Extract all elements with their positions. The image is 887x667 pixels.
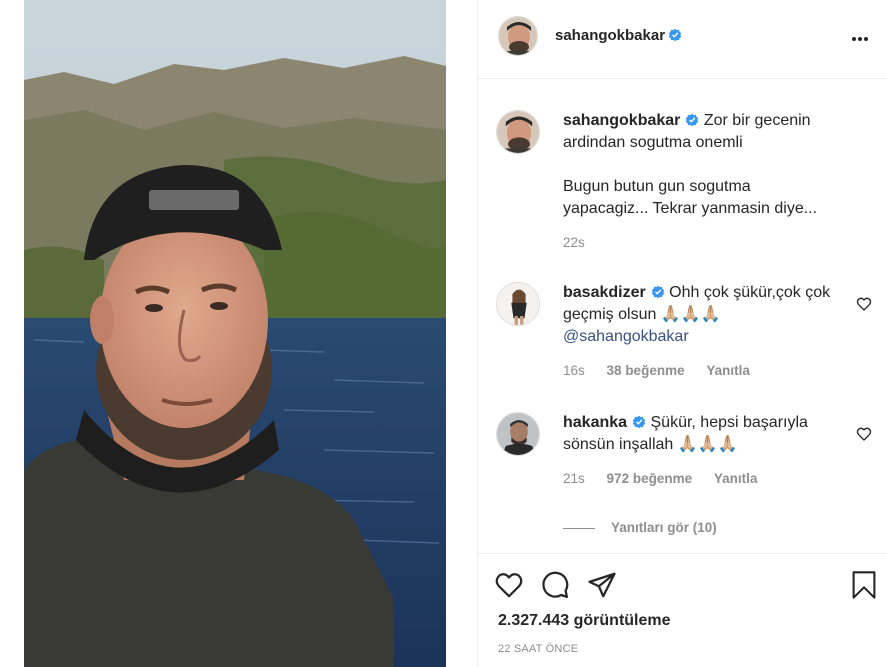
comment-likes[interactable]: 38 beğenme [607,363,685,378]
heart-icon[interactable] [856,426,872,442]
commenter-avatar[interactable] [496,412,540,456]
post-footer: 2.327.443 görüntüleme 22 SAAT ÖNCE [478,553,887,667]
caption-avatar[interactable] [496,110,540,154]
media-panel [0,0,477,667]
post-header: sahangokbakar [478,0,887,79]
comment-likes[interactable]: 972 beğenme [607,471,693,486]
view-count[interactable]: 2.327.443 görüntüleme [498,612,671,630]
comment-mention[interactable]: @sahangokbakar [563,328,689,345]
comment-time[interactable]: 16s [563,363,585,378]
heart-icon[interactable] [494,570,524,600]
commenter-avatar[interactable] [496,282,540,326]
caption-body: sahangokbakar Zor bir gecenin ardindan s… [563,110,833,254]
more-options-icon[interactable] [852,28,874,44]
post-timestamp[interactable]: 22 SAAT ÖNCE [498,643,578,655]
author-username-text[interactable]: sahangokbakar [555,27,665,44]
author-username[interactable]: sahangokbakar [555,27,682,44]
replies-divider [563,527,595,529]
comment-time[interactable]: 21s [563,471,585,486]
comment-icon[interactable] [540,570,570,600]
verified-badge-icon [668,28,682,42]
share-icon[interactable] [587,570,617,600]
comment-body: basakdizer Ohh çok şükür,çok çok geçmiş … [563,282,833,382]
view-replies-label[interactable]: Yanıtları gör (10) [611,520,717,535]
comment-reply-button[interactable]: Yanıtla [706,363,750,378]
verified-badge-icon [632,415,646,429]
verified-badge-icon [651,285,665,299]
caption-time[interactable]: 22s [563,235,585,250]
caption-text-line2: Bugun butun gun sogutma yapacagiz... Tek… [563,178,818,217]
comment-username[interactable]: hakanka [563,414,627,431]
comment-username[interactable]: basakdizer [563,284,646,301]
action-bar [494,570,629,602]
post-video[interactable] [24,0,446,667]
bookmark-icon[interactable] [850,570,878,600]
heart-icon[interactable] [856,296,872,312]
comment-meta: 21s 972 beğenme Yanıtla [563,468,833,490]
author-avatar[interactable] [498,16,538,56]
comment-body: hakanka Şükür, hepsi başarıyla sönsün in… [563,412,833,490]
caption-meta: 22s [563,232,833,254]
video-frame-illustration [24,0,446,667]
comment-meta: 16s 38 beğenme Yanıtla [563,360,833,382]
verified-badge-icon [686,113,699,127]
view-replies-button[interactable]: Yanıtları gör (10) [563,520,717,535]
caption-username[interactable]: sahangokbakar [563,112,680,129]
comment-reply-button[interactable]: Yanıtla [714,471,758,486]
comments-section: sahangokbakar Zor bir gecenin ardindan s… [478,80,887,553]
post-details-panel: sahangokbakar sahangokbakar Zor bir gece… [477,0,887,667]
